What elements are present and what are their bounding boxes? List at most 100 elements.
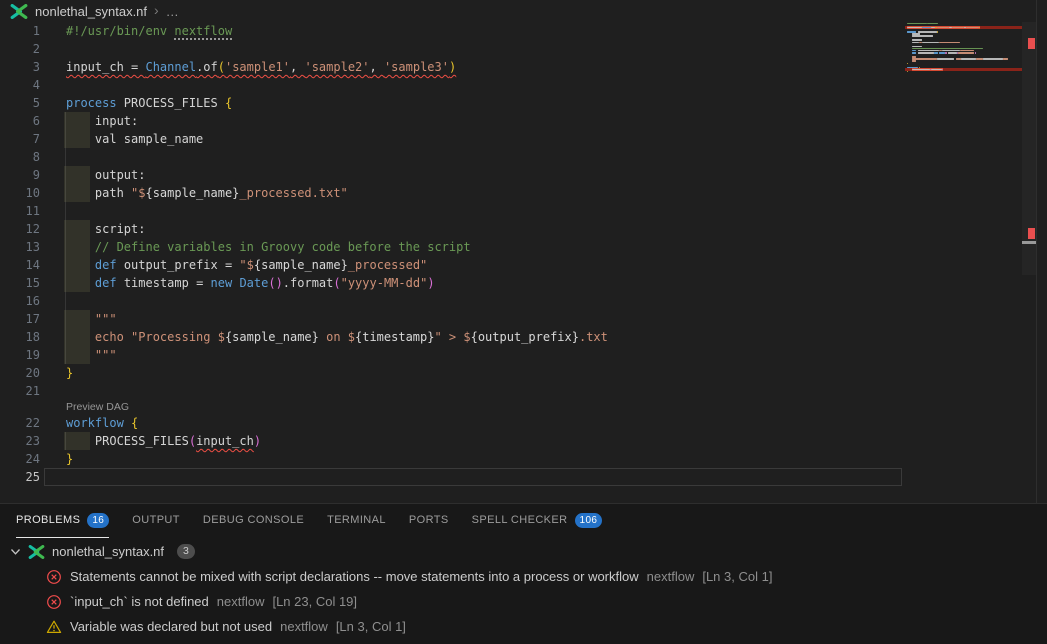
code-line-13[interactable]: // Define variables in Groovy code befor… bbox=[66, 238, 471, 256]
chevron-down-icon[interactable] bbox=[10, 548, 21, 556]
minimap-line bbox=[937, 58, 955, 60]
minimap-line bbox=[948, 52, 957, 54]
line-number-25[interactable]: 25 bbox=[0, 468, 40, 486]
minimap-line bbox=[934, 52, 938, 54]
tab-debug-console-label: DEBUG CONSOLE bbox=[203, 514, 304, 526]
tab-ports[interactable]: PORTS bbox=[409, 504, 449, 538]
code-line-14[interactable]: def output_prefix = "${sample_name}_proc… bbox=[66, 256, 427, 274]
problem-source: nextflow bbox=[217, 594, 265, 609]
line-number-11[interactable]: 11 bbox=[0, 202, 40, 220]
problem-row[interactable]: Statements cannot be mixed with script d… bbox=[0, 564, 1047, 589]
line-number-14[interactable]: 14 bbox=[0, 256, 40, 274]
problem-message: `input_ch` is not defined bbox=[70, 594, 209, 609]
minimap-line bbox=[939, 52, 944, 54]
line-number-2[interactable]: 2 bbox=[0, 40, 40, 58]
problems-file-name: nonlethal_syntax.nf bbox=[52, 544, 164, 559]
code-line-10[interactable]: path "${sample_name}_processed.txt" bbox=[66, 184, 348, 202]
tab-problems[interactable]: PROBLEMS 16 bbox=[16, 504, 109, 538]
line-number-4[interactable]: 4 bbox=[0, 76, 40, 94]
code-line-17[interactable]: """ bbox=[66, 310, 117, 328]
code-editor[interactable]: Preview DAG 1 #!/usr/bin/env nextflow 23 inp… bbox=[0, 0, 1037, 503]
bottom-panel: PROBLEMS 16 OUTPUT DEBUG CONSOLE TERMINA… bbox=[0, 503, 1047, 644]
tab-terminal-label: TERMINAL bbox=[327, 514, 386, 526]
line-number-23[interactable]: 23 bbox=[0, 432, 40, 450]
line-number-17[interactable]: 17 bbox=[0, 310, 40, 328]
nextflow-icon bbox=[28, 545, 45, 559]
line-number-5[interactable]: 5 bbox=[0, 94, 40, 112]
line-number-13[interactable]: 13 bbox=[0, 238, 40, 256]
code-line-23[interactable]: PROCESS_FILES(input_ch) bbox=[66, 432, 261, 450]
minimap-line bbox=[937, 31, 938, 33]
minimap-line bbox=[1003, 58, 1008, 60]
line-number-9[interactable]: 9 bbox=[0, 166, 40, 184]
problem-location: [Ln 3, Col 1] bbox=[702, 569, 772, 584]
line-number-24[interactable]: 24 bbox=[0, 450, 40, 468]
tab-terminal[interactable]: TERMINAL bbox=[327, 504, 386, 538]
tab-spell-checker[interactable]: SPELL CHECKER 106 bbox=[472, 504, 603, 538]
problem-location: [Ln 23, Col 19] bbox=[272, 594, 357, 609]
code-line-20[interactable]: } bbox=[66, 364, 73, 382]
line-number-19[interactable]: 19 bbox=[0, 346, 40, 364]
code-line-19[interactable]: """ bbox=[66, 346, 117, 364]
line-number-10[interactable]: 10 bbox=[0, 184, 40, 202]
code-line-7[interactable]: val sample_name bbox=[66, 130, 203, 148]
code-line-6[interactable]: input: bbox=[66, 112, 138, 130]
tab-output-label: OUTPUT bbox=[132, 514, 180, 526]
minimap-line bbox=[983, 58, 1003, 60]
line-number-20[interactable]: 20 bbox=[0, 364, 40, 382]
problem-row[interactable]: `input_ch` is not defined nextflow [Ln 2… bbox=[0, 589, 1047, 614]
line-number-18[interactable]: 18 bbox=[0, 328, 40, 346]
line-number-6[interactable]: 6 bbox=[0, 112, 40, 130]
code-line-1[interactable]: #!/usr/bin/env nextflow bbox=[66, 22, 232, 40]
problem-source: nextflow bbox=[647, 569, 695, 584]
line-number-22[interactable]: 22 bbox=[0, 414, 40, 432]
problem-message: Statements cannot be mixed with script d… bbox=[70, 569, 639, 584]
code-line-12[interactable]: script: bbox=[66, 220, 145, 238]
minimap-line bbox=[907, 71, 908, 73]
code-line-9[interactable]: output: bbox=[66, 166, 145, 184]
problems-file-group[interactable]: nonlethal_syntax.nf 3 bbox=[0, 540, 1047, 563]
problem-location: [Ln 3, Col 1] bbox=[336, 619, 406, 634]
line-number-12[interactable]: 12 bbox=[0, 220, 40, 238]
minimap-line bbox=[912, 60, 916, 62]
minimap-line bbox=[912, 52, 916, 54]
minimap-line bbox=[939, 42, 959, 44]
line-number-16[interactable]: 16 bbox=[0, 292, 40, 310]
error-icon bbox=[46, 569, 62, 585]
line-number-3[interactable]: 3 bbox=[0, 58, 40, 76]
minimap-line bbox=[961, 58, 976, 60]
minimap-line bbox=[912, 58, 936, 60]
minimap-line bbox=[927, 23, 938, 25]
minimap-line bbox=[918, 52, 934, 54]
minimap-line bbox=[922, 42, 940, 44]
tab-debug-console[interactable]: DEBUG CONSOLE bbox=[203, 504, 304, 538]
code-line-22[interactable]: workflow { bbox=[66, 414, 138, 432]
line-number-7[interactable]: 7 bbox=[0, 130, 40, 148]
code-line-18[interactable]: echo "Processing ${sample_name} on ${tim… bbox=[66, 328, 608, 346]
problem-row[interactable]: Variable was declared but not used nextf… bbox=[0, 614, 1047, 639]
minimap-line bbox=[976, 58, 983, 60]
code-line-3[interactable]: input_ch = Channel.of('sample1', 'sample… bbox=[66, 58, 456, 76]
code-line-5[interactable]: process PROCESS_FILES { bbox=[66, 94, 232, 112]
panel-tab-bar: PROBLEMS 16 OUTPUT DEBUG CONSOLE TERMINA… bbox=[16, 504, 602, 538]
line-number-21[interactable]: 21 bbox=[0, 382, 40, 400]
codelens-preview-dag[interactable]: Preview DAG bbox=[66, 400, 129, 414]
tab-ports-label: PORTS bbox=[409, 514, 449, 526]
tab-spell-checker-label: SPELL CHECKER bbox=[472, 514, 568, 526]
warning-icon bbox=[46, 619, 62, 635]
tab-problems-label: PROBLEMS bbox=[16, 514, 80, 526]
code-line-15[interactable]: def timestamp = new Date().format("yyyy-… bbox=[66, 274, 435, 292]
line-number-1[interactable]: 1 bbox=[0, 22, 40, 40]
line-number-8[interactable]: 8 bbox=[0, 148, 40, 166]
minimap-line bbox=[918, 31, 937, 33]
minimap-line bbox=[912, 39, 921, 41]
current-line-highlight bbox=[44, 468, 902, 486]
line-number-15[interactable]: 15 bbox=[0, 274, 40, 292]
minimap-line bbox=[907, 23, 927, 25]
minimap-line bbox=[975, 52, 976, 54]
code-line-24[interactable]: } bbox=[66, 450, 73, 468]
editor-border bbox=[1036, 0, 1037, 503]
tab-output[interactable]: OUTPUT bbox=[132, 504, 180, 538]
minimap-line bbox=[958, 52, 974, 54]
editor-scrollbar[interactable] bbox=[1022, 22, 1037, 275]
